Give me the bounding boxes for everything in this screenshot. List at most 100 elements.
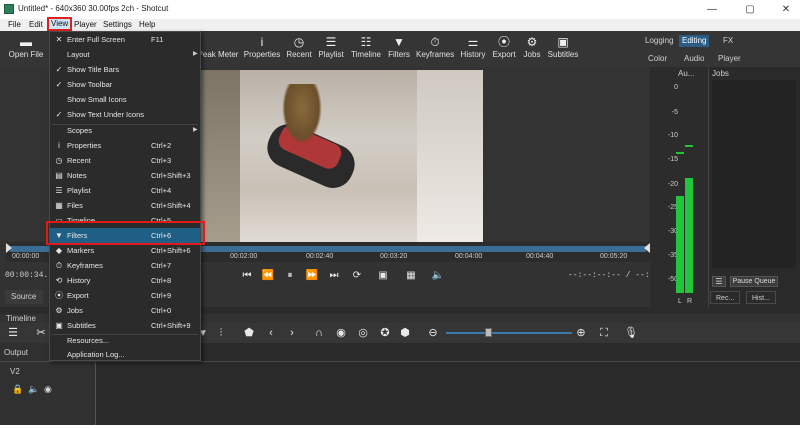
menu-item-history[interactable]: ⟲ History Ctrl+8	[50, 273, 200, 288]
menu-help[interactable]: Help	[137, 19, 157, 31]
minimize-button[interactable]: —	[700, 2, 724, 17]
filters-button[interactable]: ▼ Filters	[386, 31, 412, 67]
menu-item-recent[interactable]: ◷ Recent Ctrl+3	[50, 153, 200, 168]
zoom-out-icon[interactable]: ⊖	[426, 325, 440, 341]
menu-item-properties[interactable]: i Properties Ctrl+2	[50, 138, 200, 153]
layout-player[interactable]: Player	[718, 54, 741, 63]
subtitles-button[interactable]: ▣ Subtitles	[546, 31, 580, 67]
layout-fx[interactable]: FX	[720, 35, 736, 47]
menu-item-files[interactable]: ▦ Files Ctrl+Shift+4	[50, 198, 200, 213]
scrubber-tick: 00:04:00	[455, 253, 483, 260]
split-icon[interactable]: ⫶	[214, 325, 228, 341]
maximize-button[interactable]: ▢	[738, 2, 762, 17]
window-title: Untitled* - 640x360 30.00fps 2ch - Shotc…	[18, 4, 169, 13]
mute-icon[interactable]: 🔈	[28, 384, 39, 395]
layout-audio[interactable]: Audio	[684, 54, 704, 63]
menu-item-show-small-icons[interactable]: Show Small Icons	[50, 92, 200, 107]
db-label: 0	[674, 84, 678, 91]
loop-icon[interactable]: ⟳	[350, 269, 364, 283]
position-timecode[interactable]: 00:00:34.	[5, 271, 48, 280]
menu-item-show-toolbar[interactable]: ✓ Show Toolbar	[50, 77, 200, 92]
menu-file[interactable]: File	[6, 19, 23, 31]
timeline-menu-icon[interactable]: ☰	[6, 325, 20, 341]
tab-recent[interactable]: Rec...	[710, 291, 741, 304]
app-window: Untitled* - 640x360 30.00fps 2ch - Shotc…	[0, 0, 800, 429]
jobs-button[interactable]: ⚙ Jobs	[520, 31, 544, 67]
rewind-icon[interactable]: ⏪	[261, 269, 275, 283]
menu-player[interactable]: Player	[72, 19, 99, 31]
playlist-button[interactable]: ☰ Playlist	[316, 31, 346, 67]
tab-history[interactable]: Hist...	[746, 291, 776, 304]
ripple-icon[interactable]: ◎	[356, 325, 370, 341]
layout-logging[interactable]: Logging	[642, 35, 676, 47]
history-button[interactable]: ⚌ History	[458, 31, 488, 67]
menu-item-jobs[interactable]: ⚙ Jobs Ctrl+0	[50, 303, 200, 318]
subtitles-icon: ▣	[55, 321, 63, 330]
clock-icon: ◷	[55, 156, 63, 165]
checkmark-icon: ✓	[55, 65, 63, 74]
menu-item-markers[interactable]: ◆ Markers Ctrl+Shift+6	[50, 243, 200, 258]
keyframes-button[interactable]: ⏱ Keyframes	[416, 31, 454, 67]
fast-forward-icon[interactable]: ⏩	[305, 269, 319, 283]
zoom-slider-handle[interactable]	[485, 328, 492, 337]
open-file-button[interactable]: ▬ Open File	[6, 31, 46, 67]
eye-icon[interactable]: ◉	[44, 384, 52, 395]
menu-view[interactable]: View	[47, 17, 73, 31]
layout-color[interactable]: Color	[648, 54, 667, 63]
marker-icon[interactable]: ⬟	[242, 325, 256, 341]
menu-item-playlist[interactable]: ☰ Playlist Ctrl+4	[50, 183, 200, 198]
menu-item-notes[interactable]: ▤ Notes Ctrl+Shift+3	[50, 168, 200, 183]
history-icon: ⚌	[467, 35, 479, 49]
grid-icon[interactable]: ▦	[404, 269, 418, 283]
menu-item-export[interactable]: ⦿ Export Ctrl+9	[50, 288, 200, 303]
menu-item-keyframes[interactable]: ⏱ Keyframes Ctrl+7	[50, 258, 200, 273]
jobs-menu-icon[interactable]: ☰	[712, 276, 726, 287]
marker-icon: ◆	[55, 246, 63, 255]
peak-meter-button[interactable]: Peak Meter	[196, 31, 240, 67]
ripple-markers-icon[interactable]: ⬢	[398, 325, 412, 341]
menu-item-subtitles[interactable]: ▣ Subtitles Ctrl+Shift+9	[50, 318, 200, 333]
previous-marker-icon[interactable]: ‹	[264, 325, 278, 341]
layout-editing[interactable]: Editing	[679, 35, 710, 47]
record-audio-icon[interactable]: 🎙	[624, 325, 638, 341]
menu-item-show-title-bars[interactable]: ✓ Show Title Bars	[50, 62, 200, 77]
export-button[interactable]: ⦿ Export	[491, 31, 517, 67]
checkmark-icon: ✓	[55, 110, 63, 119]
meter-label-right: R	[687, 298, 693, 305]
menu-item-enter-full-screen[interactable]: ✕ Enter Full Screen F11	[50, 32, 200, 47]
zoom-in-icon[interactable]: ⊕	[574, 325, 588, 341]
volume-icon[interactable]: 🔈	[431, 269, 445, 283]
pause-queue-button[interactable]: Pause Queue	[730, 276, 778, 287]
ripple-all-icon[interactable]: ✪	[378, 325, 392, 341]
in-point-marker[interactable]	[6, 243, 12, 253]
peak-meter-icon	[196, 31, 240, 49]
skip-to-end-icon[interactable]: ⏭	[327, 269, 341, 283]
timeline-title: Timeline	[6, 314, 36, 323]
snap-icon[interactable]: ∩	[312, 325, 326, 341]
cut-icon[interactable]: ✂	[34, 325, 48, 341]
scrub-icon[interactable]: ◉	[334, 325, 348, 341]
skip-to-start-icon[interactable]: ⏮	[240, 269, 254, 283]
video-edge-left	[200, 70, 240, 242]
lock-icon[interactable]: 🔒	[12, 384, 23, 395]
close-button[interactable]: ✕	[774, 2, 798, 17]
menu-item-layout[interactable]: Layout ▶	[50, 47, 200, 62]
history-icon: ⟲	[55, 276, 63, 285]
menu-item-resources[interactable]: Resources...	[50, 333, 200, 348]
zoom-slider[interactable]	[446, 332, 572, 334]
files-icon: ▦	[55, 201, 63, 210]
menu-edit[interactable]: Edit	[27, 19, 45, 31]
zoom-icon[interactable]: ▣	[376, 269, 390, 283]
folder-icon: ▬	[20, 35, 32, 49]
pause-icon[interactable]: ⏸	[283, 269, 297, 283]
zoom-fit-icon[interactable]: ⛶	[597, 325, 611, 341]
recent-button[interactable]: ◷ Recent	[284, 31, 314, 67]
menu-settings[interactable]: Settings	[101, 19, 134, 31]
next-marker-icon[interactable]: ›	[285, 325, 299, 341]
timeline-button[interactable]: ☷ Timeline	[349, 31, 383, 67]
menu-item-scopes[interactable]: Scopes ▶	[50, 123, 200, 138]
menu-item-application-log[interactable]: Application Log...	[50, 347, 200, 362]
tab-source[interactable]: Source	[5, 290, 43, 304]
menu-item-show-text-under-icons[interactable]: ✓ Show Text Under Icons	[50, 107, 200, 122]
properties-button[interactable]: i Properties	[243, 31, 281, 67]
